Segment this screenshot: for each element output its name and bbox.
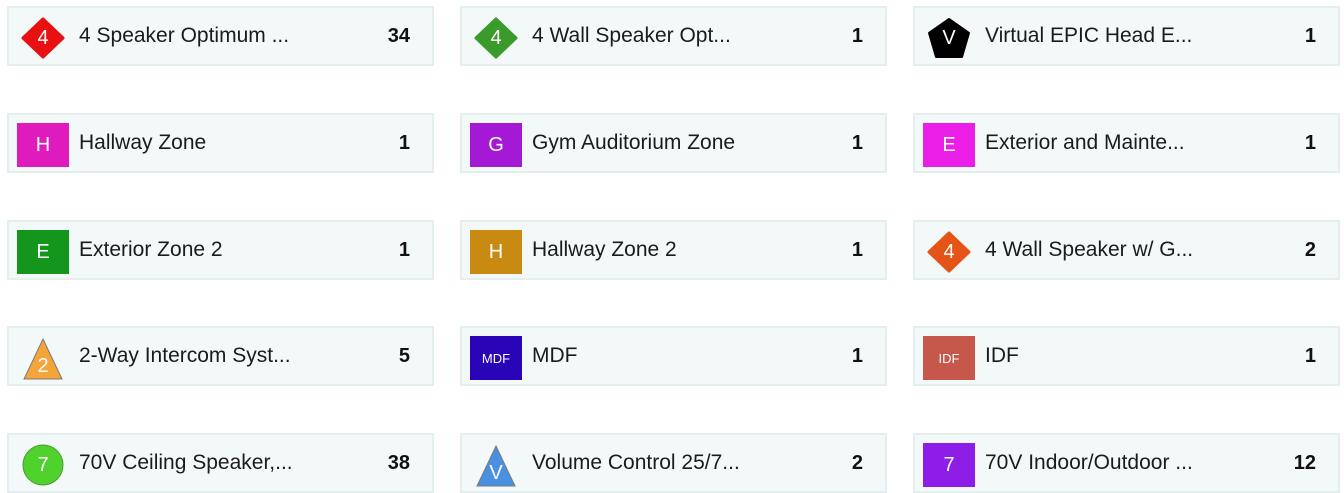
icon-glyph: H — [35, 134, 51, 156]
icon-glyph: E — [942, 134, 956, 156]
legend-item-label: Hallway Zone 2 — [532, 238, 677, 261]
legend-item[interactable]: E Exterior Zone 2 1 — [7, 220, 434, 280]
legend-item-label: Gym Auditorium Zone — [532, 131, 736, 154]
pentagon-icon: V — [923, 16, 975, 60]
legend-item-label: 70V Ceiling Speaker,... — [79, 451, 293, 474]
legend-item-count: 1 — [851, 344, 863, 367]
legend-item-count: 1 — [1304, 24, 1316, 47]
legend-item[interactable]: 7 70V Indoor/Outdoor ... 12 — [913, 433, 1340, 493]
legend-item-label: Exterior Zone 2 — [79, 238, 223, 261]
icon-glyph: 7 — [943, 454, 955, 476]
legend-item-count: 2 — [1304, 238, 1316, 261]
icon-glyph: H — [488, 241, 504, 263]
icon-glyph: G — [488, 134, 504, 156]
legend-item[interactable]: 4 4 Wall Speaker Opt... 1 — [460, 6, 887, 66]
icon-glyph: 4 — [943, 241, 955, 263]
icon-glyph: V — [489, 462, 503, 484]
legend-item[interactable]: 4 4 Wall Speaker w/ G... 2 — [913, 220, 1340, 280]
legend-item-count: 2 — [851, 451, 863, 474]
legend-item[interactable]: 7 70V Ceiling Speaker,... 38 — [7, 433, 434, 493]
square-icon: 7 — [923, 443, 975, 487]
legend-item-count: 34 — [387, 24, 410, 47]
legend-item[interactable]: H Hallway Zone 2 1 — [460, 220, 887, 280]
icon-glyph: MDF — [481, 350, 511, 366]
symbol-legend-grid: 4 4 Speaker Optimum ... 34 4 4 Wall Speaker … — [0, 0, 1344, 493]
legend-item[interactable]: H Hallway Zone 1 — [7, 113, 434, 173]
legend-item[interactable]: G Gym Auditorium Zone 1 — [460, 113, 887, 173]
diamond-icon: 4 — [17, 16, 69, 60]
legend-item-label: 2-Way Intercom Syst... — [79, 344, 291, 367]
legend-item-label: 70V Indoor/Outdoor ... — [985, 451, 1193, 474]
legend-item-count: 1 — [851, 131, 863, 154]
legend-item-count: 1 — [1304, 131, 1316, 154]
legend-item-label: IDF — [985, 344, 1019, 367]
legend-item-label: MDF — [532, 344, 578, 367]
legend-item[interactable]: V Volume Control 25/7... 2 — [460, 433, 887, 493]
icon-glyph: V — [942, 27, 956, 49]
icon-glyph: 4 — [37, 27, 49, 49]
triangle-icon: V — [470, 443, 522, 487]
square-icon: H — [17, 123, 69, 167]
legend-item[interactable]: 2 2-Way Intercom Syst... 5 — [7, 326, 434, 386]
legend-item[interactable]: 4 4 Speaker Optimum ... 34 — [7, 6, 434, 66]
legend-item-count: 12 — [1293, 451, 1316, 474]
square-icon: IDF — [923, 336, 975, 380]
square-icon: MDF — [470, 336, 522, 380]
legend-item-label: Virtual EPIC Head E... — [985, 24, 1193, 47]
diamond-icon: 4 — [923, 230, 975, 274]
icon-glyph: 2 — [37, 355, 49, 377]
circle-icon: 7 — [17, 443, 69, 487]
icon-glyph: 4 — [490, 27, 502, 49]
legend-item-count: 1 — [851, 238, 863, 261]
legend-item-count: 1 — [398, 238, 410, 261]
legend-item-label: Hallway Zone — [79, 131, 207, 154]
legend-item-label: 4 Wall Speaker w/ G... — [985, 238, 1194, 261]
legend-item-count: 5 — [398, 344, 410, 367]
legend-item-label: Volume Control 25/7... — [532, 451, 740, 474]
square-icon: G — [470, 123, 522, 167]
legend-item[interactable]: IDF IDF 1 — [913, 326, 1340, 386]
legend-item-count: 1 — [398, 131, 410, 154]
legend-item-count: 1 — [1304, 344, 1316, 367]
legend-item-label: 4 Wall Speaker Opt... — [532, 24, 731, 47]
square-icon: E — [923, 123, 975, 167]
legend-item[interactable]: MDF MDF 1 — [460, 326, 887, 386]
triangle-icon: 2 — [17, 336, 69, 380]
legend-item-label: Exterior and Mainte... — [985, 131, 1185, 154]
legend-item[interactable]: V Virtual EPIC Head E... 1 — [913, 6, 1340, 66]
icon-glyph: 7 — [37, 454, 49, 476]
legend-item-count: 1 — [851, 24, 863, 47]
icon-glyph: E — [36, 241, 50, 263]
square-icon: H — [470, 230, 522, 274]
legend-item[interactable]: E Exterior and Mainte... 1 — [913, 113, 1340, 173]
legend-item-label: 4 Speaker Optimum ... — [79, 24, 290, 47]
icon-glyph: IDF — [938, 350, 960, 366]
diamond-icon: 4 — [470, 16, 522, 60]
square-icon: E — [17, 230, 69, 274]
legend-item-count: 38 — [387, 451, 410, 474]
